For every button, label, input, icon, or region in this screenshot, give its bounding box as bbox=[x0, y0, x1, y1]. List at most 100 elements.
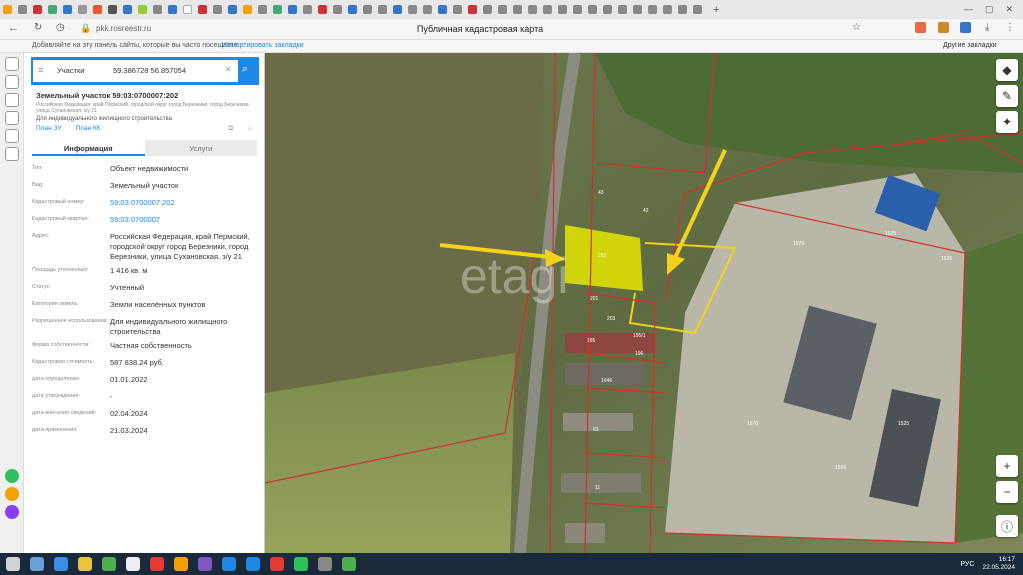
favorite-icon[interactable]: ☆ bbox=[247, 125, 253, 133]
rail-icon[interactable] bbox=[5, 93, 19, 107]
extension-icon[interactable] bbox=[960, 22, 971, 33]
rail-icon[interactable] bbox=[5, 75, 19, 89]
tab-icon[interactable] bbox=[378, 5, 387, 14]
tab-icon[interactable] bbox=[498, 5, 507, 14]
tab-icon[interactable] bbox=[48, 5, 57, 14]
app-icon[interactable] bbox=[5, 487, 19, 501]
field-value[interactable]: 59:03:0700007 bbox=[110, 215, 257, 228]
cadastral-map[interactable]: etagi 202 201 203 185 195/1 196 1046 63 … bbox=[265, 53, 1023, 553]
back-icon[interactable]: ← bbox=[8, 22, 19, 34]
tab-icon[interactable] bbox=[288, 5, 297, 14]
tab-icon[interactable] bbox=[168, 5, 177, 14]
tab-icon[interactable] bbox=[198, 5, 207, 14]
tab-icon[interactable] bbox=[138, 5, 147, 14]
taskbar-app-icon[interactable] bbox=[78, 557, 92, 571]
taskbar-app-icon[interactable] bbox=[342, 557, 356, 571]
taskbar-app-icon[interactable] bbox=[150, 557, 164, 571]
taskbar-app-icon[interactable] bbox=[198, 557, 212, 571]
tab-icon[interactable] bbox=[693, 5, 702, 14]
search-field[interactable]: ≡ Участки 59.386728 56.857054 ✕ bbox=[33, 60, 238, 82]
tab-icon[interactable] bbox=[528, 5, 537, 14]
download-icon[interactable]: ⤓ bbox=[985, 22, 989, 33]
other-bookmarks[interactable]: Другие закладки bbox=[943, 42, 997, 49]
plan-zu-link[interactable]: План ЗУ bbox=[36, 125, 61, 133]
tab-icon[interactable] bbox=[3, 5, 12, 14]
tab-icon[interactable] bbox=[603, 5, 612, 14]
maximize-icon[interactable]: ▢ bbox=[985, 4, 994, 15]
copy-icon[interactable]: ⧉ bbox=[229, 125, 234, 133]
url-field[interactable]: pkk.rosreestr.ru bbox=[96, 24, 296, 36]
taskbar-app-icon[interactable] bbox=[246, 557, 260, 571]
search-input[interactable]: 59.386728 56.857054 bbox=[113, 66, 186, 75]
menu-icon[interactable]: ⋮ bbox=[1005, 22, 1015, 33]
tab-icon[interactable] bbox=[213, 5, 222, 14]
extension-icon[interactable] bbox=[915, 22, 926, 33]
tab-icon[interactable] bbox=[33, 5, 42, 14]
extension-icon[interactable] bbox=[938, 22, 949, 33]
tab-icon[interactable] bbox=[303, 5, 312, 14]
tab-services[interactable]: Услуги bbox=[144, 140, 257, 156]
clock-time[interactable]: 16:17 bbox=[999, 556, 1015, 564]
tab-icon[interactable] bbox=[573, 5, 582, 14]
app-icon[interactable] bbox=[5, 505, 19, 519]
tab-icon[interactable] bbox=[78, 5, 87, 14]
tab-icon[interactable] bbox=[153, 5, 162, 14]
tab-icon[interactable] bbox=[468, 5, 477, 14]
clock-date[interactable]: 22.05.2024 bbox=[982, 564, 1015, 572]
plan-kk-link[interactable]: План КК bbox=[75, 125, 100, 133]
info-icon[interactable]: ⓘ bbox=[996, 515, 1018, 537]
field-value[interactable]: 59:03:0700007:202 bbox=[110, 198, 257, 211]
tab-icon[interactable] bbox=[678, 5, 687, 14]
rail-icon[interactable] bbox=[5, 147, 19, 161]
tab-icon[interactable] bbox=[18, 5, 27, 14]
tab-icon[interactable] bbox=[93, 5, 102, 14]
taskbar-app-icon[interactable] bbox=[54, 557, 68, 571]
tab-icon[interactable] bbox=[543, 5, 552, 14]
tab-icon[interactable] bbox=[648, 5, 657, 14]
list-icon[interactable]: ≡ bbox=[38, 65, 43, 75]
tab-info[interactable]: Информация bbox=[32, 140, 145, 156]
windows-start-icon[interactable] bbox=[6, 557, 20, 571]
tab-icon[interactable] bbox=[423, 5, 432, 14]
tab-icon[interactable] bbox=[123, 5, 132, 14]
taskbar-app-icon[interactable] bbox=[126, 557, 140, 571]
tab-icon[interactable] bbox=[348, 5, 357, 14]
history-icon[interactable]: ◷ bbox=[56, 22, 65, 33]
rail-icon[interactable] bbox=[5, 57, 19, 71]
tab-icon[interactable] bbox=[438, 5, 447, 14]
tab-icon[interactable] bbox=[663, 5, 672, 14]
close-window-icon[interactable]: ✕ bbox=[1005, 4, 1013, 15]
layers-icon[interactable]: ◆ bbox=[996, 59, 1018, 81]
tab-icon[interactable] bbox=[228, 5, 237, 14]
tab-icon[interactable] bbox=[183, 5, 192, 14]
search-category[interactable]: Участки bbox=[57, 66, 85, 75]
ruler-icon[interactable]: ✎ bbox=[996, 85, 1018, 107]
taskbar-app-icon[interactable] bbox=[270, 557, 284, 571]
taskbar-app-icon[interactable] bbox=[30, 557, 44, 571]
search-icon[interactable]: ⌕ bbox=[242, 63, 248, 76]
import-bookmarks-link[interactable]: Импортировать закладки bbox=[222, 42, 304, 49]
tab-icon[interactable] bbox=[483, 5, 492, 14]
tab-icon[interactable] bbox=[393, 5, 402, 14]
clear-icon[interactable]: ✕ bbox=[225, 65, 232, 74]
taskbar-app-icon[interactable] bbox=[222, 557, 236, 571]
tab-icon[interactable] bbox=[588, 5, 597, 14]
tab-icon[interactable] bbox=[558, 5, 567, 14]
tab-icon[interactable] bbox=[363, 5, 372, 14]
taskbar-app-icon[interactable] bbox=[318, 557, 332, 571]
new-tab-icon[interactable]: + bbox=[713, 4, 719, 16]
tab-icon[interactable] bbox=[633, 5, 642, 14]
taskbar-app-icon[interactable] bbox=[294, 557, 308, 571]
whatsapp-icon[interactable] bbox=[5, 469, 19, 483]
bookmark-icon[interactable]: ☆ bbox=[852, 22, 861, 33]
reload-icon[interactable]: ↻ bbox=[34, 22, 42, 33]
tab-icon[interactable] bbox=[333, 5, 342, 14]
zoom-in-button[interactable]: + bbox=[996, 455, 1018, 477]
tab-icon[interactable] bbox=[453, 5, 462, 14]
tab-icon[interactable] bbox=[408, 5, 417, 14]
taskbar-app-icon[interactable] bbox=[174, 557, 188, 571]
locate-icon[interactable]: ✦ bbox=[996, 111, 1018, 133]
rail-icon[interactable] bbox=[5, 111, 19, 125]
minimize-icon[interactable]: — bbox=[964, 4, 973, 15]
tab-icon[interactable] bbox=[63, 5, 72, 14]
